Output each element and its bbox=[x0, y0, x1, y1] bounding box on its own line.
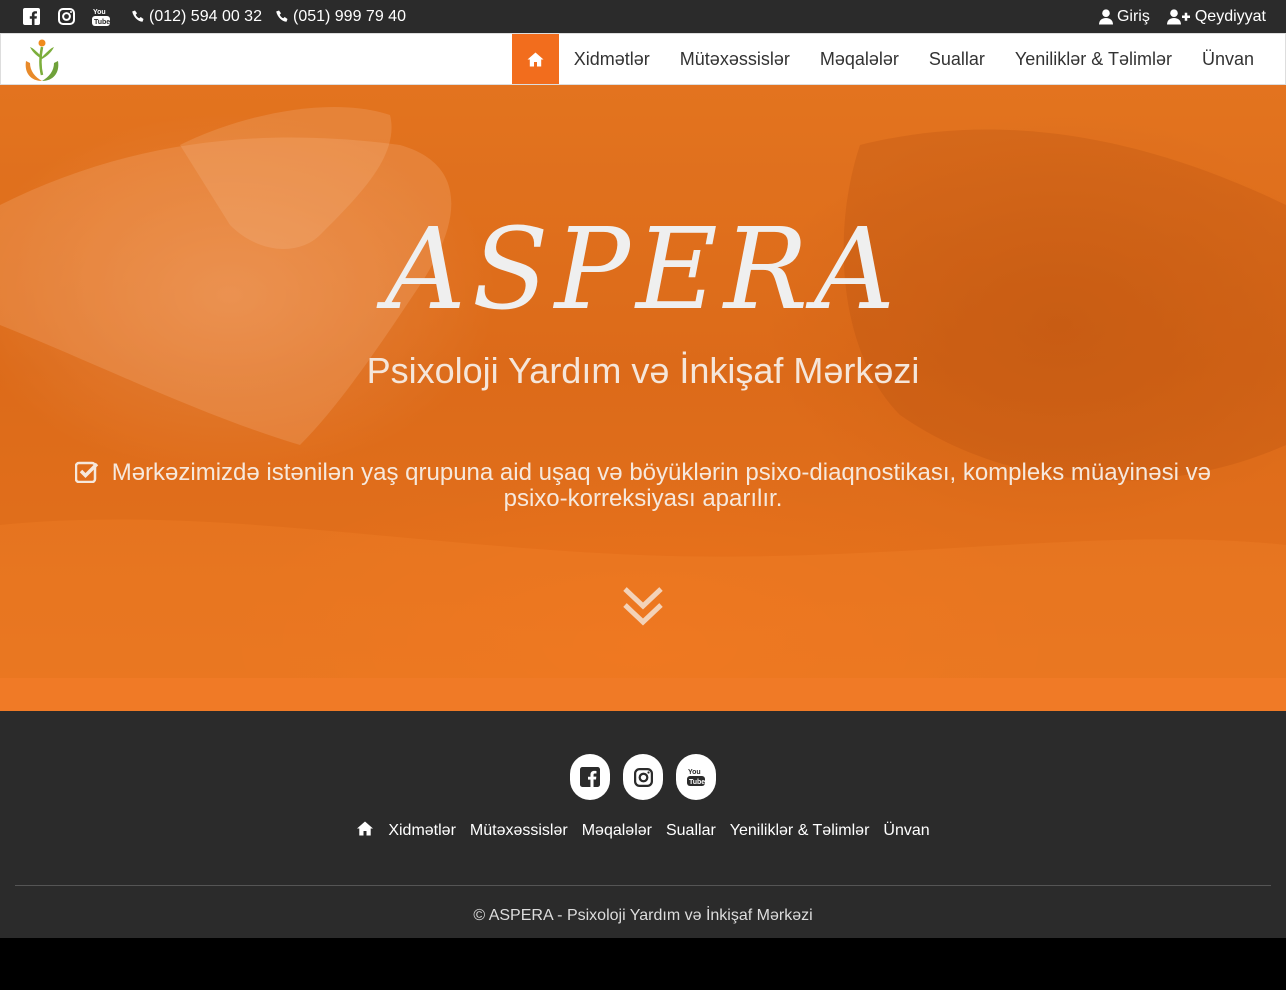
footer-nav-news[interactable]: Yeniliklər & Təlimlər bbox=[730, 822, 870, 840]
phone-icon bbox=[276, 10, 288, 22]
user-plus-icon bbox=[1166, 8, 1190, 24]
footer-divider bbox=[15, 885, 1271, 886]
hero-description-text: Mərkəzimizdə istənilən yaş qrupuna aid u… bbox=[111, 459, 1211, 512]
footer-socials: You Tube bbox=[0, 754, 1286, 800]
register-label: Qeydiyyat bbox=[1194, 7, 1266, 25]
login-link[interactable]: Giriş bbox=[1098, 7, 1150, 26]
footer-instagram-button[interactable] bbox=[623, 754, 663, 800]
youtube-icon[interactable]: You Tube bbox=[92, 8, 110, 26]
home-icon bbox=[357, 821, 374, 836]
hero-tagline: Psixoloji Yardım və İnkişaf Mərkəzi bbox=[366, 350, 920, 391]
footer-menu: Xidmətlər Mütəxəssislər Məqalələr Sualla… bbox=[0, 821, 1286, 841]
nav-item-address[interactable]: Ünvan bbox=[1187, 34, 1269, 84]
phone-2[interactable]: (051) 999 79 40 bbox=[276, 8, 406, 26]
login-label: Giriş bbox=[1116, 7, 1150, 25]
youtube-icon: You Tube bbox=[687, 769, 705, 786]
hero-bottom-band bbox=[0, 678, 1286, 711]
instagram-icon[interactable] bbox=[57, 8, 75, 26]
footer-youtube-button[interactable]: You Tube bbox=[676, 754, 716, 800]
hero-description: Mərkəzimizdə istənilən yaş qrupuna aid u… bbox=[60, 460, 1226, 512]
facebook-icon[interactable] bbox=[22, 8, 40, 26]
nav-home[interactable] bbox=[511, 34, 559, 84]
footer-copyright: © ASPERA - Psixoloji Yardım və İnkişaf M… bbox=[473, 907, 813, 924]
phone-1-text: (012) 594 00 32 bbox=[149, 7, 262, 25]
phone-1[interactable]: (012) 594 00 32 bbox=[132, 8, 262, 26]
nav-item-articles[interactable]: Məqalələr bbox=[805, 34, 914, 84]
main-navbar: Xidmətlər Mütəxəssislər Məqalələr Sualla… bbox=[0, 33, 1286, 85]
main-menu: Xidmətlər Mütəxəssislər Məqalələr Sualla… bbox=[511, 34, 1269, 84]
scroll-down-button[interactable] bbox=[622, 585, 664, 629]
instagram-icon bbox=[633, 767, 653, 787]
phone-2-text: (051) 999 79 40 bbox=[292, 7, 406, 25]
hero-brand-title: ASPERA bbox=[385, 205, 901, 335]
double-chevron-down-icon bbox=[623, 587, 663, 626]
footer-facebook-button[interactable] bbox=[570, 754, 610, 800]
register-link[interactable]: Qeydiyyat bbox=[1166, 7, 1266, 26]
footer-nav-specialists[interactable]: Mütəxəssislər bbox=[470, 822, 568, 840]
footer-nav-services[interactable]: Xidmətlər bbox=[388, 822, 456, 840]
top-bar: You Tube (012) 594 00 32 (051) 999 79 40 … bbox=[0, 0, 1286, 33]
footer-nav-articles[interactable]: Məqalələr bbox=[582, 822, 652, 840]
nav-item-specialists[interactable]: Mütəxəssislər bbox=[665, 34, 805, 84]
footer-nav-home[interactable] bbox=[356, 821, 374, 841]
footer-nav-address[interactable]: Ünvan bbox=[883, 822, 929, 840]
phone-icon bbox=[132, 10, 144, 22]
top-bar-right: Giriş Qeydiyyat bbox=[1082, 0, 1266, 33]
nav-item-questions[interactable]: Suallar bbox=[914, 34, 1000, 84]
svg-text:You: You bbox=[93, 9, 106, 16]
check-square-icon bbox=[74, 461, 99, 484]
footer-nav-questions[interactable]: Suallar bbox=[666, 822, 716, 840]
home-icon bbox=[527, 52, 544, 66]
nav-item-services[interactable]: Xidmətlər bbox=[559, 34, 665, 84]
svg-text:Tube: Tube bbox=[94, 19, 110, 26]
hero-section: ASPERA Psixoloji Yardım və İnkişaf Mərkə… bbox=[0, 85, 1286, 711]
nav-item-news[interactable]: Yeniliklər & Təlimlər bbox=[1000, 34, 1187, 84]
footer: You Tube Xidmətlər Mütəxəssislər Məqalələ… bbox=[0, 711, 1286, 938]
svg-text:You: You bbox=[688, 769, 701, 776]
aspera-logo[interactable] bbox=[21, 37, 63, 83]
facebook-icon bbox=[580, 767, 600, 787]
top-bar-left: You Tube (012) 594 00 32 (051) 999 79 40 bbox=[22, 0, 420, 33]
svg-text:Tube: Tube bbox=[689, 779, 705, 786]
user-icon bbox=[1098, 8, 1113, 24]
